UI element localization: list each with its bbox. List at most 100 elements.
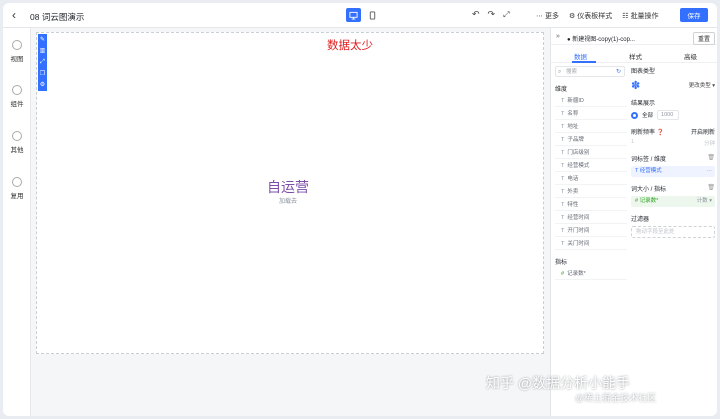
rail-item-view[interactable]: 视图 [3, 40, 31, 63]
undo-icon[interactable]: ↶ [472, 9, 480, 20]
dimension-field[interactable]: T 经营时间 [555, 213, 627, 224]
desktop-view-button[interactable] [346, 8, 361, 22]
field-list: ⌕ 搜索 ↻ 维度 T 新疆ID T 名称 T 地址 T 子品牌 T 门店级别 T 经营模式… [555, 66, 627, 282]
batch-operation-button[interactable]: ☷ 批量操作 [622, 11, 658, 21]
search-placeholder: 搜索 [566, 69, 578, 75]
history-tools: ↶ ↷ ⤢ [472, 9, 510, 20]
dimension-field[interactable]: T 特性 [555, 200, 627, 211]
result-limit-input[interactable]: 1000 [657, 110, 680, 120]
rail-label-other: 其他 [10, 147, 24, 154]
rail-label-component: 组件 [10, 101, 24, 108]
data-warning: 数据太少 [327, 40, 373, 52]
chart-icon[interactable]: ▥ [40, 48, 46, 54]
desktop-icon [349, 11, 358, 20]
dimension-field[interactable]: T 关门时间 [555, 239, 627, 250]
dashboard-style-button[interactable]: ⚙ 仪表板样式 [569, 11, 612, 21]
dimension-field[interactable]: T 开门时间 [555, 226, 627, 237]
dashboard-title: 08 词云图演示 [30, 12, 85, 22]
view-icon [12, 40, 22, 50]
word-size-drop[interactable]: # 记录数* 计数 ▾ [631, 196, 715, 207]
other-icon [12, 131, 22, 141]
watermark: 知乎 @数据分析小能手 [486, 375, 631, 391]
chart-config: 图表类型 ✽ 更改类型 ▾ 结果展示 全部 1000 刷新频率 ❓ 开启刷新 1… [631, 66, 715, 238]
batch-label: 批量操作 [630, 13, 659, 20]
refresh-row: 刷新频率 ❓ 开启刷新 [631, 127, 715, 136]
wordcloud-hint: 加载去 [279, 199, 298, 205]
reset-button[interactable]: 重置 [693, 32, 716, 45]
top-bar: ‹ 08 词云图演示 ↶ ↷ ⤢ ⋯ 更多 ⚙ 仪表板样式 ☷ 批量操作 保存 [3, 3, 717, 28]
word-label-drop[interactable]: T 经营模式 ⋯ [631, 166, 715, 177]
mobile-view-button[interactable] [365, 8, 380, 22]
tab-data[interactable]: 数据 [574, 51, 587, 61]
rail-label-view: 视图 [10, 56, 24, 63]
mobile-icon [369, 10, 376, 20]
widget-toolbar: ✎ ▥ ⤢ ❐ ⚙ [38, 34, 47, 91]
tab-underline [572, 61, 596, 63]
dimension-field[interactable]: T 外卖 [555, 187, 627, 198]
result-title: 结果展示 [631, 101, 656, 107]
filter-drop-zone[interactable]: 拖动字段至此处 [631, 226, 715, 238]
rail-item-other[interactable]: 其他 [3, 131, 31, 154]
view-name: ● 新建视图-copy(1)-cop... [567, 37, 635, 43]
header-actions: ⋯ 更多 ⚙ 仪表板样式 ☷ 批量操作 [536, 11, 659, 21]
edit-icon[interactable]: ✎ [40, 37, 45, 43]
trash-icon[interactable]: 🗑 [707, 154, 715, 161]
chart-type-row: ✽ 更改类型 ▾ [631, 78, 715, 92]
help-icon: ❓ [656, 130, 665, 136]
filter-title: 过滤器 [631, 217, 650, 223]
dimension-field[interactable]: T 子品牌 [555, 135, 627, 146]
copy-icon[interactable]: ❐ [40, 71, 45, 77]
save-button[interactable]: 保存 [680, 8, 708, 22]
view-name-text: 新建视图-copy(1)-cop... [572, 37, 635, 43]
watermark-secondary: @稀土掘金技术社区 [575, 393, 657, 403]
dimension-field[interactable]: T 经营模式 [555, 161, 627, 172]
app-window: ‹ 08 词云图演示 ↶ ↷ ⤢ ⋯ 更多 ⚙ 仪表板样式 ☷ 批量操作 保存 视图 [3, 3, 717, 416]
rail-item-component[interactable]: 组件 [3, 85, 31, 108]
component-icon [12, 85, 22, 95]
measure-field[interactable]: # 记录数* [555, 269, 627, 280]
wordcloud-word: 自运营 [267, 179, 309, 195]
refresh-value-input[interactable]: 1 [631, 139, 634, 147]
dashboard-style-label: 仪表板样式 [577, 13, 613, 20]
redo-icon[interactable]: ↷ [488, 9, 496, 20]
left-rail: 视图 组件 其他 复用 [3, 28, 31, 416]
panel-header: » ● 新建视图-copy(1)-cop... 重置 [551, 28, 717, 45]
wordcloud-chart-icon[interactable]: ✽ [631, 79, 640, 92]
measure-group-title: 指标 [555, 260, 568, 266]
result-option: 全部 1000 [631, 110, 715, 120]
dimension-field[interactable]: T 新疆ID [555, 96, 627, 107]
chart-type-title: 图表类型 [631, 69, 656, 75]
more-button[interactable]: ⋯ 更多 [536, 11, 559, 21]
field-menu-icon[interactable]: ⋯ [707, 166, 713, 177]
tab-advanced[interactable]: 高级 [684, 51, 697, 61]
refresh-unit-select[interactable]: 分钟 [704, 139, 715, 147]
dimension-field[interactable]: T 地址 [555, 122, 627, 133]
expand-icon[interactable]: ⤢ [503, 10, 509, 20]
more-icon: ⋯ [536, 13, 543, 20]
dimension-field[interactable]: T 名称 [555, 109, 627, 120]
dimension-group-title: 维度 [555, 87, 568, 93]
search-icon: ⌕ [558, 69, 562, 75]
result-all-radio[interactable] [631, 111, 638, 119]
rail-item-reuse[interactable]: 复用 [3, 177, 31, 200]
reuse-icon [12, 177, 22, 187]
aggregation-select[interactable]: 计数 ▾ [697, 196, 712, 207]
tab-style[interactable]: 样式 [629, 51, 642, 61]
rail-label-reuse: 复用 [10, 193, 24, 200]
settings-icon[interactable]: ⚙ [40, 82, 45, 88]
back-icon[interactable]: ‹ [12, 8, 16, 22]
trash-icon[interactable]: 🗑 [707, 184, 715, 191]
switch-type-dropdown[interactable]: 更改类型 ▾ [689, 81, 715, 89]
batch-icon: ☷ [622, 13, 629, 20]
dimension-field[interactable]: T 门店级别 [555, 148, 627, 159]
collapse-icon[interactable]: » [556, 33, 560, 40]
dimension-field[interactable]: T 电话 [555, 174, 627, 185]
result-all-label: 全部 [642, 113, 654, 119]
refresh-icon[interactable]: ↻ [616, 67, 621, 77]
fullscreen-icon[interactable]: ⤢ [40, 59, 45, 65]
auto-refresh-title: 开启刷新 [690, 130, 715, 136]
field-search-input[interactable]: ⌕ 搜索 ↻ [555, 66, 625, 77]
refresh-inputs: 1 分钟 [631, 139, 715, 147]
refresh-title: 刷新频率 ❓ [631, 130, 665, 136]
panel-tabs: 数据 样式 高级 [551, 46, 717, 63]
